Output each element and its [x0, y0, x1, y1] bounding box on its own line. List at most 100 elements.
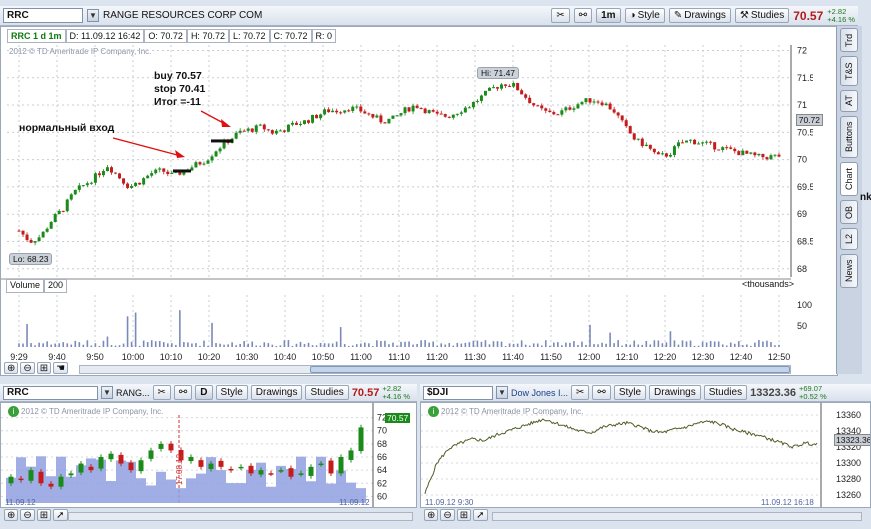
- br-symbol-input[interactable]: $DJI: [423, 385, 493, 400]
- style-button[interactable]: ◑ Style: [624, 8, 665, 23]
- bl-zoom-out-icon[interactable]: ⊖: [20, 509, 35, 521]
- scrollbar-thumb[interactable]: [310, 366, 790, 373]
- volume-bar: [376, 340, 378, 347]
- bl-dropdown-icon[interactable]: ▼: [101, 386, 113, 399]
- volume-bar: [448, 343, 451, 347]
- volume-bar: [255, 345, 258, 347]
- br-zoom-in-icon[interactable]: ⊕: [424, 509, 439, 521]
- main-chart-panel[interactable]: RRC 1 d 1m D: 11.09.12 16:42 O: 70.72 H:…: [0, 26, 838, 376]
- link-tool-button[interactable]: ⚯: [573, 8, 593, 23]
- bl-crosshair-button[interactable]: ✂: [152, 385, 171, 400]
- candle-down: [652, 148, 656, 153]
- tab-chart[interactable]: Chart: [840, 162, 858, 196]
- candle-up: [395, 115, 399, 117]
- candle-down: [122, 178, 126, 184]
- volume-bar: [717, 341, 720, 347]
- bl-scrollbar[interactable]: [68, 512, 413, 521]
- tab-ts[interactable]: T&S: [840, 56, 858, 86]
- candle-up: [246, 128, 250, 131]
- candle-up: [391, 115, 395, 119]
- br-crosshair-button[interactable]: ✂: [571, 385, 590, 400]
- candle-up: [411, 105, 415, 112]
- br-dropdown-icon[interactable]: ▼: [496, 386, 508, 399]
- studies-label: Studies: [750, 10, 785, 21]
- bl-drawings-button[interactable]: Drawings: [250, 385, 303, 400]
- candle-down: [118, 173, 122, 179]
- candle-up: [57, 210, 61, 215]
- candle-down: [288, 468, 294, 477]
- candle-down: [496, 87, 500, 89]
- volume-bar: [613, 343, 615, 347]
- studies-button[interactable]: ⚒ Studies: [734, 8, 790, 23]
- volume-bar: [351, 345, 354, 347]
- x-tick-label: 9:40: [48, 352, 66, 362]
- tab-ob[interactable]: OB: [840, 200, 858, 224]
- hand-icon[interactable]: ☚: [53, 362, 69, 374]
- candle-down: [17, 230, 21, 232]
- bottom-left-chart-panel[interactable]: 60 62 64 66 68 70 72 2012 © TD Ameritrade IP C…: [0, 402, 417, 508]
- candle-up: [290, 122, 294, 125]
- dji-chart[interactable]: 132601328013300133201334013360: [421, 403, 871, 508]
- bl-zoom-in-icon[interactable]: ⊕: [4, 509, 19, 521]
- volume-bar: [62, 342, 65, 347]
- candle-down: [294, 122, 298, 125]
- annotation-normal-entry: нормальный вход: [19, 122, 115, 134]
- daily-chart[interactable]: 60626466687072: [1, 403, 417, 508]
- candle-up: [188, 457, 194, 462]
- candle-up: [560, 110, 564, 115]
- br-link-button[interactable]: ⚯: [592, 385, 611, 400]
- symbol-input[interactable]: RRC: [3, 8, 83, 23]
- bl-studies-button[interactable]: Studies: [305, 385, 349, 400]
- bl-link-button[interactable]: ⚯: [173, 385, 193, 400]
- br-cursor-icon[interactable]: ➚: [473, 509, 488, 521]
- symbol-dropdown-icon[interactable]: ▼: [87, 9, 99, 22]
- volume-bar: [291, 345, 294, 347]
- br-style-button[interactable]: Style: [613, 385, 647, 400]
- tab-news[interactable]: News: [840, 254, 858, 288]
- bl-cursor-icon[interactable]: ➚: [53, 509, 68, 521]
- br-zoom-out-icon[interactable]: ⊖: [440, 509, 455, 521]
- zoom-out-icon[interactable]: ⊖: [20, 362, 35, 374]
- bl-info-icon[interactable]: i: [8, 406, 19, 417]
- horizontal-scrollbar[interactable]: [79, 365, 791, 374]
- candle-up: [89, 182, 93, 184]
- volume-bar: [681, 340, 684, 347]
- candle-up: [689, 139, 693, 141]
- zoom-in-icon[interactable]: ⊕: [4, 362, 19, 374]
- br-fit-icon[interactable]: ⊞: [456, 509, 472, 521]
- br-info-icon[interactable]: i: [428, 406, 439, 417]
- bl-symbol-input[interactable]: RRC: [3, 385, 98, 400]
- volume-bar: [154, 341, 157, 347]
- bl-timeframe-button[interactable]: D: [195, 385, 213, 400]
- br-controls: ⊕ ⊖ ⊞ ➚: [424, 509, 488, 521]
- volume-bar: [384, 340, 386, 347]
- drawings-button[interactable]: ✎ Drawings: [668, 8, 731, 23]
- tab-at[interactable]: AT: [840, 90, 858, 112]
- tab-buttons[interactable]: Buttons: [840, 116, 858, 158]
- fit-icon[interactable]: ⊞: [36, 362, 52, 374]
- volume-bar: [625, 343, 627, 347]
- candle-up: [741, 150, 745, 156]
- tab-trd[interactable]: Trd: [840, 28, 858, 52]
- tab-l2[interactable]: L2: [840, 228, 858, 250]
- x-tick-label: 10:50: [312, 352, 335, 362]
- timeframe-button[interactable]: 1m: [596, 8, 621, 23]
- candle-down: [419, 107, 423, 109]
- volume-bar: [58, 343, 61, 347]
- price-chart[interactable]: 9:29 9:40 9:50 10:00 10:10 10:20 10:30 10:40 10:…: [1, 27, 813, 376]
- br-studies-button[interactable]: Studies: [703, 385, 748, 400]
- candle-up: [512, 83, 516, 87]
- crosshair-tool-button[interactable]: ✂: [551, 8, 570, 23]
- bl-style-button[interactable]: Style: [215, 385, 248, 400]
- candle-down: [447, 116, 451, 118]
- candle-down: [745, 150, 749, 154]
- bottom-right-chart-panel[interactable]: 13260 13280 13300 13320 13340 13360 i 2012 © …: [420, 402, 871, 508]
- bl-fit-icon[interactable]: ⊞: [36, 509, 52, 521]
- br-drawings-button[interactable]: Drawings: [649, 385, 701, 400]
- candle-up: [28, 470, 34, 481]
- volume-bar: [339, 327, 342, 347]
- br-scrollbar[interactable]: [492, 512, 862, 521]
- candle-down: [556, 114, 560, 116]
- volume-bar: [444, 344, 447, 347]
- volume-bar: [544, 340, 547, 347]
